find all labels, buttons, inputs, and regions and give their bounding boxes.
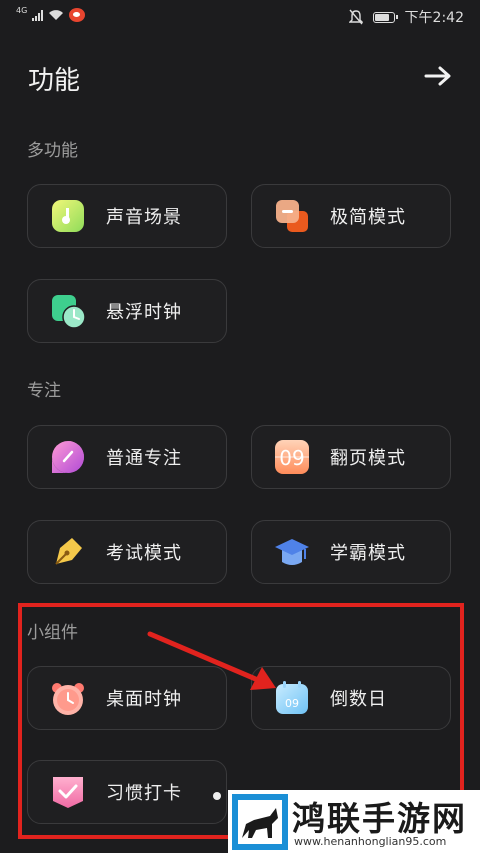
annotation-arrow [147, 631, 276, 690]
watermark-url: www.henanhonglian95.com [294, 835, 447, 848]
watermark-title: 鸿联手游网 [292, 799, 467, 838]
watermark: 鸿联手游网 www.henanhonglian95.com [228, 790, 480, 853]
watermark-logo [232, 794, 288, 850]
